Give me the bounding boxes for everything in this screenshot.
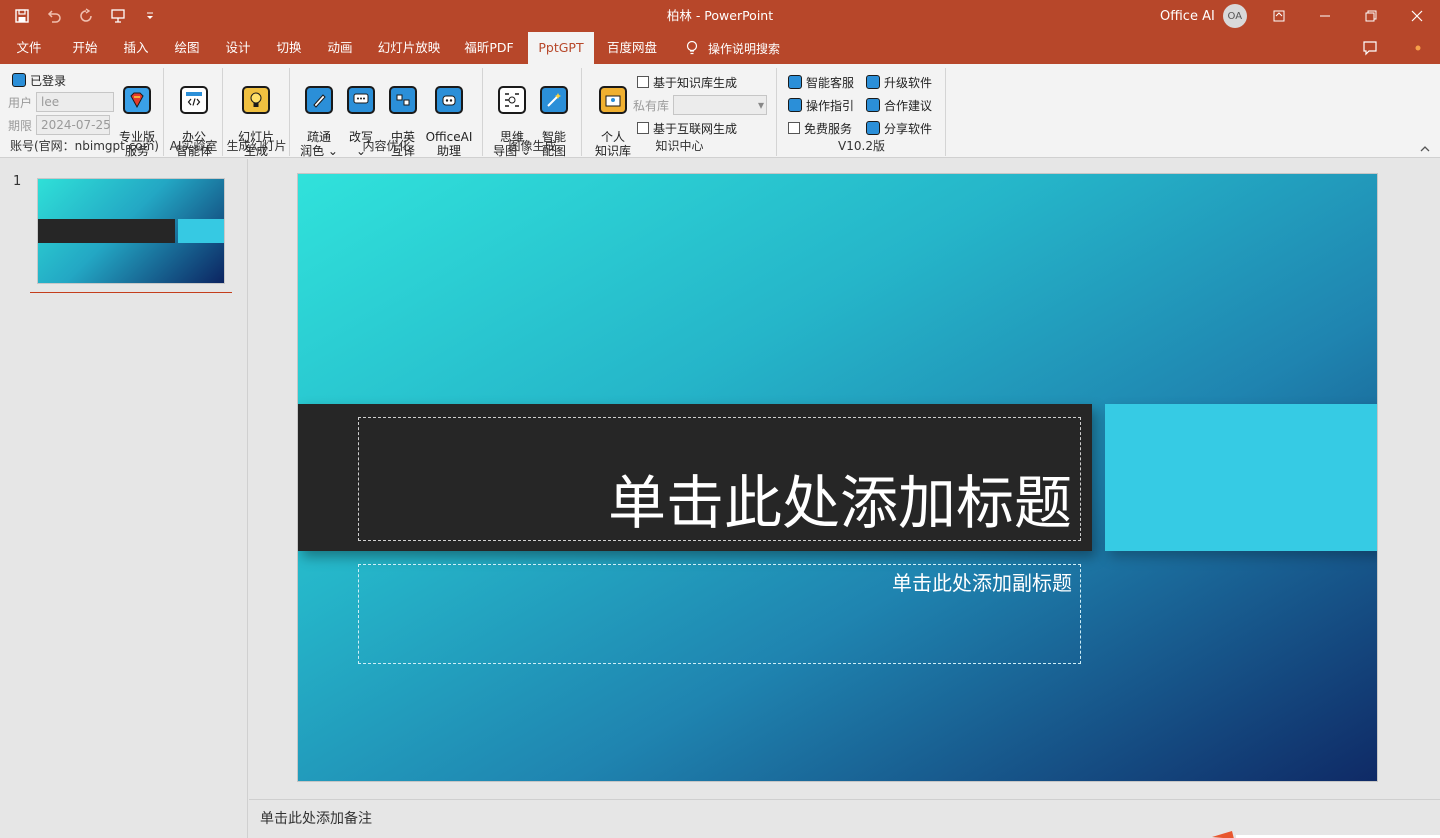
superman-badge-icon	[123, 86, 151, 114]
tab-file[interactable]: 文件	[4, 32, 54, 64]
group-label-content: 内容优化	[362, 139, 411, 153]
slide-number: 1	[13, 174, 22, 189]
expiry-field[interactable]: 2024-07-25	[36, 115, 111, 135]
title-placeholder-text: 单击此处添加标题	[607, 469, 1072, 537]
tab-slideshow[interactable]: 幻灯片放映	[372, 32, 446, 64]
kb-generate-checkbox[interactable]	[637, 76, 649, 88]
tab-animations[interactable]: 动画	[315, 32, 365, 64]
user-row: 用户 lee	[8, 92, 115, 112]
tab-draw[interactable]: 绘图	[162, 32, 212, 64]
tab-transitions[interactable]: 切换	[264, 32, 314, 64]
web-generate-option[interactable]: 基于互联网生成	[637, 118, 737, 138]
account-area[interactable]: Office AI OA	[1160, 0, 1247, 32]
web-generate-checkbox[interactable]	[637, 122, 649, 134]
login-status[interactable]: 已登录	[12, 70, 66, 90]
subtitle-placeholder-text: 单击此处添加副标题	[892, 571, 1072, 595]
kb-generate-option[interactable]: 基于知识库生成	[637, 72, 737, 92]
minimize-icon[interactable]	[1302, 0, 1348, 32]
user-field[interactable]: lee	[36, 92, 115, 112]
share-icon	[866, 121, 880, 135]
quick-access-toolbar	[8, 0, 164, 32]
tab-baidu-netdisk[interactable]: 百度网盘	[600, 32, 664, 64]
group-label-version: V10.2版	[838, 139, 885, 153]
suggest-icon	[866, 98, 880, 112]
code-window-icon	[180, 86, 208, 114]
upgrade-icon	[866, 75, 880, 89]
title-placeholder[interactable]: 单击此处添加标题	[358, 417, 1081, 541]
smart-support-button[interactable]: 智能客服	[788, 72, 854, 92]
tab-home[interactable]: 开始	[60, 32, 110, 64]
guide-button[interactable]: 操作指引	[788, 95, 854, 115]
avatar[interactable]: OA	[1222, 4, 1247, 28]
ribbon-tabs: 文件 开始 插入 绘图 设计 切换 动画 幻灯片放映 福昕PDF PptGPT …	[0, 32, 1440, 64]
insertion-marker	[30, 292, 232, 294]
subtitle-placeholder[interactable]: 单击此处添加副标题	[358, 564, 1081, 664]
accent-block	[1105, 404, 1377, 551]
slide-thumbnail[interactable]	[37, 178, 225, 284]
expiry-row: 期限 2024-07-25	[8, 115, 111, 135]
tell-me-label: 操作说明搜索	[708, 41, 781, 56]
notes-placeholder: 单击此处添加备注	[260, 811, 372, 827]
thumbnail-accent-block	[178, 219, 224, 243]
group-image-generation: 思维 导图 ⌄ 智能 配图 图像生成	[484, 68, 582, 158]
free-service-option[interactable]: 免费服务	[788, 118, 852, 138]
tab-pptgpt[interactable]: PptGPT	[528, 32, 594, 64]
group-version: 智能客服 操作指引 免费服务 升级软件 合作建议 分享软件 V10.2版	[778, 68, 946, 156]
group-label-ai-lab: AI实验室	[169, 139, 218, 153]
tab-foxit-pdf[interactable]: 福昕PDF	[457, 32, 521, 64]
group-label-image: 图像生成	[508, 139, 557, 153]
mindmap-icon	[498, 86, 526, 114]
upgrade-button[interactable]: 升级软件	[866, 72, 932, 92]
chevron-down-icon: ▾	[757, 98, 765, 112]
lightbulb-icon	[686, 40, 698, 55]
undo-icon[interactable]	[40, 2, 68, 30]
collapse-ribbon-icon[interactable]	[1418, 142, 1432, 156]
redo-icon[interactable]	[72, 2, 100, 30]
translate-icon	[389, 86, 417, 114]
account-name: Office AI	[1160, 8, 1215, 24]
slide[interactable]: 单击此处添加标题 单击此处添加副标题	[297, 173, 1378, 782]
ribbon: 已登录 用户 lee 期限 2024-07-25 专业版 服务 账号(官网：nb…	[0, 64, 1440, 158]
guide-icon	[788, 98, 802, 112]
free-service-checkbox[interactable]	[788, 122, 800, 134]
group-label-account: 账号(官网：nbimgpt.com)	[10, 139, 159, 153]
slideshow-start-icon[interactable]	[104, 2, 132, 30]
folder-user-icon	[599, 86, 627, 114]
headset-icon	[788, 75, 802, 89]
private-kb-row: 私有库 ▾	[633, 95, 768, 115]
magic-wand-icon	[540, 86, 568, 114]
restore-icon[interactable]	[1348, 0, 1394, 32]
close-icon[interactable]	[1394, 0, 1440, 32]
group-account: 已登录 用户 lee 期限 2024-07-25 专业版 服务 账号(官网：nb…	[0, 68, 164, 158]
lightbulb-idea-icon	[242, 86, 270, 114]
comments-icon[interactable]	[1362, 32, 1378, 64]
tell-me-search[interactable]: 操作说明搜索	[684, 32, 780, 64]
tab-insert[interactable]: 插入	[111, 32, 161, 64]
group-knowledge-center: 个人 知识库 基于知识库生成 私有库 ▾ 基于互联网生成 知识中心	[583, 68, 777, 158]
group-generate-slides: 幻灯片 生成 生成幻灯片	[224, 68, 290, 158]
group-content-optimize: 疏通 润色 ⌄ 改写 ⌄ 中英 互译 OfficeAI 助理 内容优化	[291, 68, 483, 158]
group-label-generate: 生成幻灯片	[226, 139, 287, 153]
robot-icon	[435, 86, 463, 114]
customize-toolbar-icon[interactable]	[136, 2, 164, 30]
ribbon-display-icon[interactable]	[1256, 0, 1302, 32]
record-dot-icon[interactable]	[1410, 32, 1426, 64]
brush-icon	[305, 86, 333, 114]
user-status-icon	[12, 73, 26, 87]
tab-design[interactable]: 设计	[213, 32, 263, 64]
suggest-button[interactable]: 合作建议	[866, 95, 932, 115]
thumbnail-title-band	[38, 219, 175, 243]
title-bar: 柏林 - PowerPoint Office AI OA	[0, 0, 1440, 32]
status-corner-decoration	[1212, 828, 1440, 838]
group-ai-lab: 办公 智能体 AI实验室	[165, 68, 223, 158]
chat-bubble-icon	[347, 86, 375, 114]
slides-panel: 1	[0, 159, 248, 838]
save-icon[interactable]	[8, 2, 36, 30]
group-label-knowledge: 知识中心	[655, 139, 704, 153]
private-kb-select[interactable]: ▾	[673, 95, 768, 115]
share-button[interactable]: 分享软件	[866, 118, 932, 138]
